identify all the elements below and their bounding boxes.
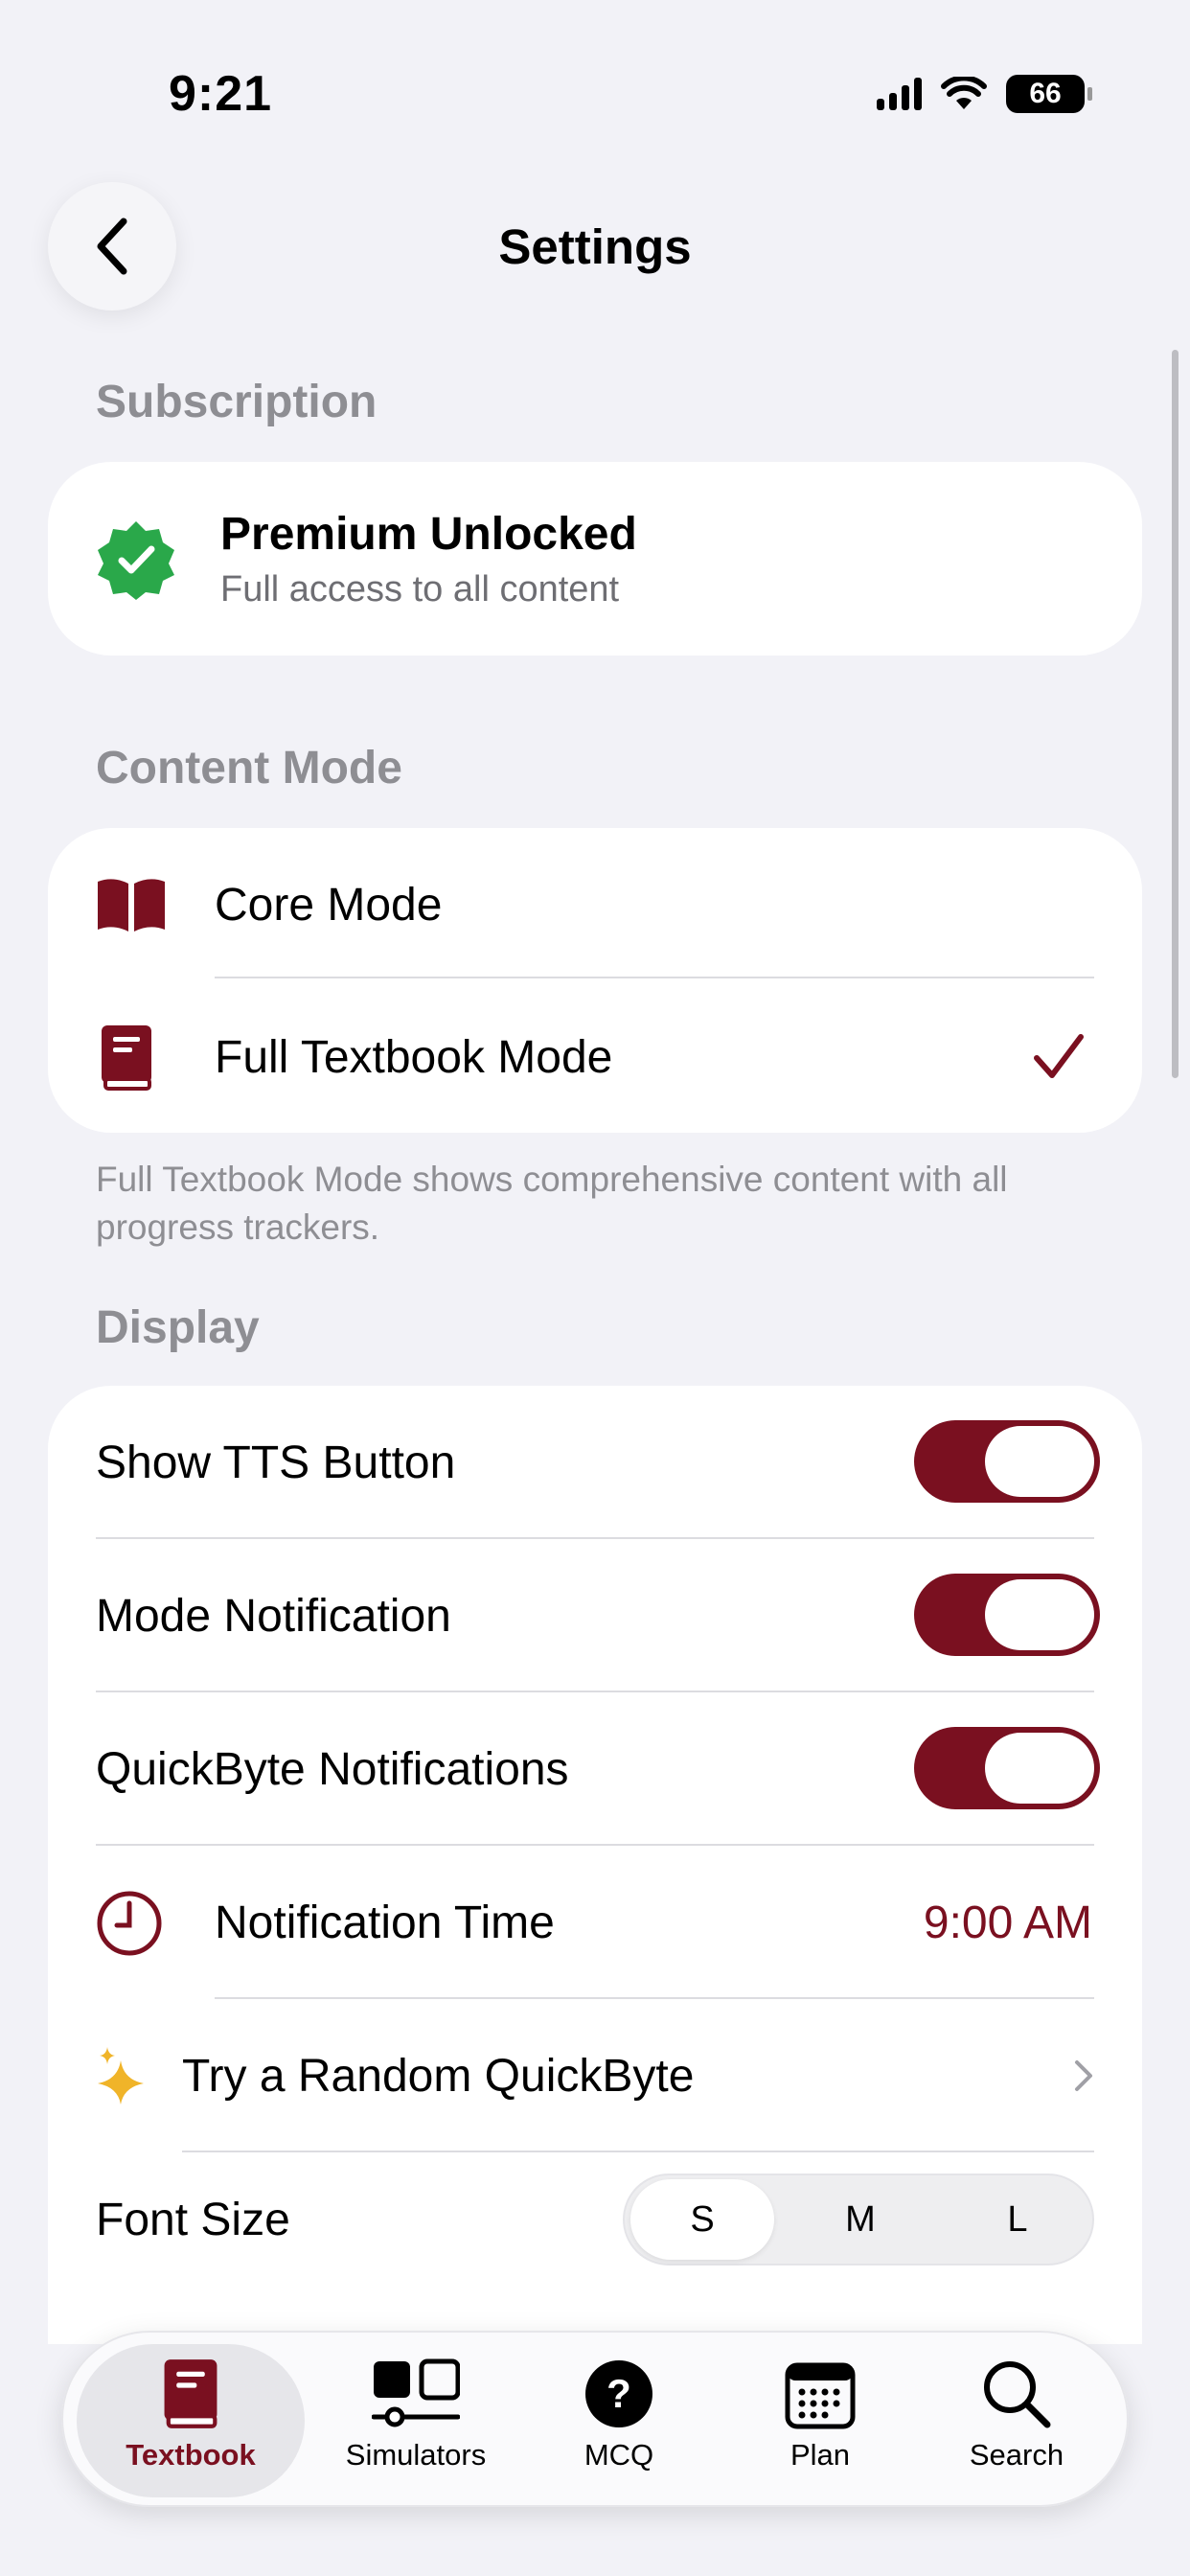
toggle-label: Mode Notification: [96, 1590, 451, 1642]
notification-time-value[interactable]: 9:00 AM: [924, 1897, 1092, 1949]
simulators-icon: [372, 2358, 460, 2427]
tab-label: MCQ: [584, 2438, 654, 2472]
textbook-icon: [164, 2359, 217, 2428]
section-title-subscription: Subscription: [96, 377, 378, 427]
calendar-icon: [785, 2362, 856, 2429]
tab-search[interactable]: Search: [916, 2344, 1117, 2497]
verified-badge-icon: [98, 521, 174, 600]
tab-textbook[interactable]: Textbook: [77, 2344, 305, 2497]
search-icon: [984, 2361, 1051, 2428]
tab-label: Plan: [790, 2438, 851, 2472]
status-time: 9:21: [169, 66, 273, 122]
divider: [215, 977, 1094, 978]
toggle-label: QuickByte Notifications: [96, 1743, 569, 1795]
font-size-option-m[interactable]: M: [782, 2175, 939, 2264]
display-row-mode-notification: Mode Notification: [48, 1539, 1142, 1692]
tab-label: Simulators: [345, 2438, 487, 2472]
random-quickbyte-label: Try a Random QuickByte: [182, 2050, 695, 2102]
cellular-signal-icon: [877, 78, 922, 110]
sparkles-icon: [98, 2047, 144, 2104]
section-title-content-mode: Content Mode: [96, 743, 402, 794]
wifi-icon: [941, 77, 987, 109]
subscription-subtitle: Full access to all content: [220, 569, 620, 610]
svg-text:?: ?: [606, 2371, 631, 2416]
toggle-label: Show TTS Button: [96, 1437, 456, 1488]
font-size-row: Font Size S M L: [48, 2152, 1142, 2287]
content-mode-option-label: Core Mode: [215, 879, 443, 931]
notification-time-label: Notification Time: [215, 1897, 555, 1948]
tab-label: Textbook: [126, 2438, 256, 2472]
textbook-icon: [102, 1025, 151, 1091]
display-row-quickbyte-notifications: QuickByte Notifications: [48, 1692, 1142, 1846]
checkmark-icon: [1034, 1034, 1084, 1078]
content-mode-card: Core Mode Full Textbook Mode: [48, 828, 1142, 1133]
chevron-right-icon: [1075, 2060, 1092, 2091]
tab-label: Search: [969, 2438, 1064, 2472]
show-tts-toggle[interactable]: [914, 1420, 1100, 1503]
subscription-title: Premium Unlocked: [220, 509, 637, 560]
battery-icon: 66: [1006, 75, 1092, 113]
status-icons: 66: [877, 75, 1092, 113]
font-size-option-l[interactable]: L: [939, 2175, 1096, 2264]
section-title-display: Display: [96, 1302, 260, 1353]
open-book-icon: [98, 879, 165, 932]
content-mode-footnote: Full Textbook Mode shows comprehensive c…: [96, 1160, 1008, 1247]
random-quickbyte-row[interactable]: Try a Random QuickByte: [48, 1999, 1142, 2152]
tab-mcq[interactable]: ? MCQ: [523, 2344, 715, 2497]
clock-icon: [97, 1891, 162, 1956]
font-size-segmented-control[interactable]: S M L: [623, 2174, 1094, 2266]
tab-bar: Textbook Simulators ? MCQ Plan Search: [61, 2331, 1129, 2507]
settings-screen: 9:21 66 Settings Subscription Premium Un…: [0, 0, 1190, 2576]
page-title: Settings: [498, 219, 692, 274]
display-card: Show TTS Button Mode Notification QuickB…: [48, 1386, 1142, 2344]
content-mode-option-core[interactable]: Core Mode: [48, 828, 1142, 981]
question-circle-icon: ?: [585, 2360, 652, 2427]
scrollbar[interactable]: [1172, 350, 1179, 1078]
display-row-show-tts: Show TTS Button: [48, 1386, 1142, 1539]
content-mode-option-label: Full Textbook Mode: [215, 1031, 613, 1083]
tab-simulators[interactable]: Simulators: [314, 2344, 517, 2497]
font-size-label: Font Size: [96, 2194, 290, 2245]
font-size-option-s[interactable]: S: [630, 2179, 774, 2260]
mode-notification-toggle[interactable]: [914, 1574, 1100, 1656]
tab-plan[interactable]: Plan: [724, 2344, 916, 2497]
subscription-card[interactable]: Premium Unlocked Full access to all cont…: [48, 462, 1142, 656]
quickbyte-notifications-toggle[interactable]: [914, 1727, 1100, 1809]
notification-time-row[interactable]: Notification Time 9:00 AM: [48, 1846, 1142, 1999]
content-mode-option-full-textbook[interactable]: Full Textbook Mode: [48, 981, 1142, 1133]
